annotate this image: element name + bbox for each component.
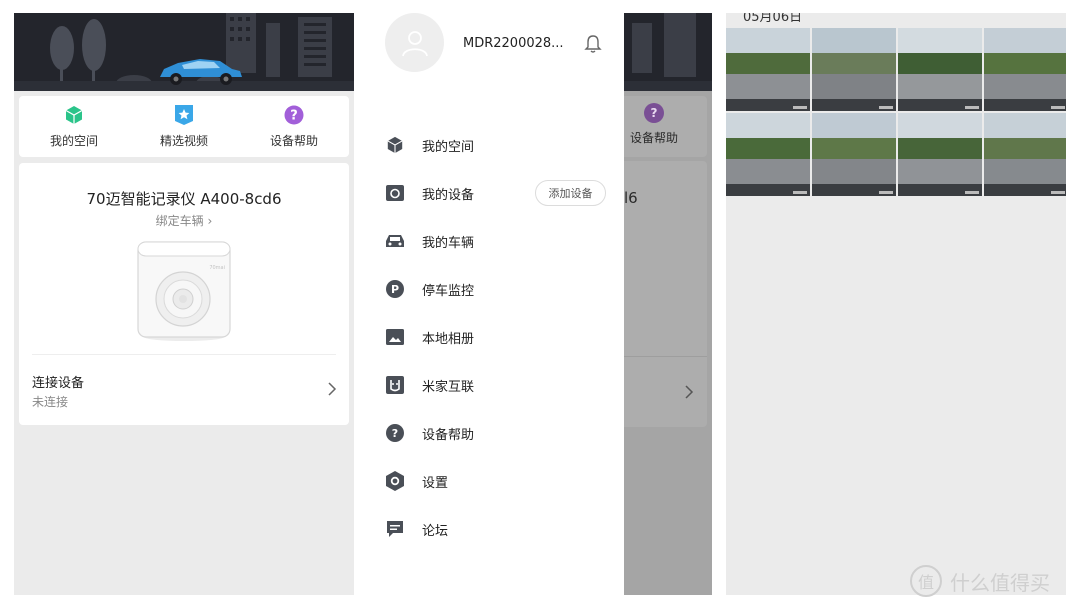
menu-item-my-vehicles[interactable]: 我的车辆 (384, 228, 614, 254)
menu-item-device-help[interactable]: ? 设备帮助 (384, 420, 614, 446)
watermark-logo-icon: 值 (910, 565, 942, 597)
quick-actions-card: 我的空间 精选视频 ? 设备帮助 (19, 96, 349, 157)
mijia-icon (384, 374, 406, 396)
menu-item-label: 我的车辆 (422, 235, 475, 251)
quick-action-featured-videos[interactable]: 精选视频 (129, 96, 239, 157)
drawer-screen: ? 设备帮助 l6 MDR2200028... 我的空间 我的设备 添加设备 我… (354, 13, 712, 595)
car-icon (384, 230, 406, 252)
menu-item-my-space[interactable]: 我的空间 (384, 132, 614, 158)
photo-thumbnail[interactable] (984, 28, 1066, 111)
side-drawer: MDR2200028... 我的空间 我的设备 添加设备 我的车辆 P 停车监控… (354, 13, 624, 595)
svg-text:P: P (391, 283, 399, 296)
menu-item-forum[interactable]: 论坛 (384, 516, 614, 542)
menu-item-parking-monitor[interactable]: P 停车监控 (384, 276, 614, 302)
photo-grid (726, 28, 1066, 196)
parking-icon: P (384, 278, 406, 300)
quick-action-label: 设备帮助 (269, 134, 318, 148)
avatar[interactable] (385, 13, 444, 72)
settings-icon (384, 470, 406, 492)
connection-status: 未连接 (32, 395, 69, 409)
connect-device-label: 连接设备 (32, 376, 85, 391)
menu-item-label: 停车监控 (422, 283, 475, 299)
bell-icon[interactable] (584, 34, 602, 54)
dimmed-help-label: 设备帮助 (630, 131, 679, 145)
forum-icon (384, 518, 406, 540)
photo-thumbnail[interactable] (812, 28, 896, 111)
menu-item-label: 米家互联 (422, 379, 475, 395)
menu-item-label: 设备帮助 (422, 427, 475, 443)
image-icon (384, 326, 406, 348)
chevron-right-icon: › (207, 214, 213, 228)
menu-item-settings[interactable]: 设置 (384, 468, 614, 494)
chevron-right-icon (685, 385, 694, 399)
dashcam-image: 70mai (137, 241, 231, 341)
photo-thumbnail[interactable] (726, 113, 810, 196)
svg-text:?: ? (290, 109, 298, 124)
quick-action-device-help[interactable]: ? 设备帮助 (239, 96, 349, 157)
quick-action-label: 精选视频 (159, 134, 208, 148)
help-icon: ? (283, 104, 305, 126)
watermark: 值 什么值得买 (910, 565, 1050, 597)
dimmed-hero (624, 13, 712, 91)
photo-thumbnail[interactable] (898, 28, 982, 111)
cube-icon (384, 134, 406, 156)
menu-item-mijia[interactable]: 米家互联 (384, 372, 614, 398)
help-icon: ? (644, 103, 664, 123)
home-screen: 我的空间 精选视频 ? 设备帮助 70迈智能记录仪 A400-8cd6 绑定车辆… (14, 13, 354, 595)
bind-vehicle-link[interactable]: 绑定车辆 › (19, 212, 349, 229)
dashcam-icon (384, 182, 406, 204)
star-badge-icon (173, 104, 195, 126)
menu-item-label: 我的设备 (422, 187, 475, 203)
menu-item-label: 设置 (422, 475, 449, 491)
menu-item-label: 我的空间 (422, 139, 475, 155)
dimmed-quick-card (624, 96, 707, 157)
album-screen: 05月06日 (726, 13, 1066, 595)
photo-thumbnail[interactable] (812, 113, 896, 196)
photo-thumbnail[interactable] (984, 113, 1066, 196)
chevron-right-icon[interactable] (327, 381, 337, 397)
quick-action-my-space[interactable]: 我的空间 (19, 96, 129, 157)
svg-text:?: ? (392, 427, 398, 440)
menu-item-local-album[interactable]: 本地相册 (384, 324, 614, 350)
photo-thumbnail[interactable] (898, 113, 982, 196)
album-date-header: 05月06日 (743, 13, 803, 25)
menu-item-label: 本地相册 (422, 331, 475, 347)
hero-banner (14, 13, 354, 91)
watermark-text: 什么值得买 (950, 570, 1050, 595)
bind-vehicle-label: 绑定车辆 (155, 214, 204, 228)
add-device-button[interactable]: 添加设备 (535, 180, 606, 206)
menu-item-label: 论坛 (422, 523, 449, 539)
user-name[interactable]: MDR2200028... (463, 36, 564, 51)
divider (624, 356, 707, 357)
device-title: 70迈智能记录仪 A400-8cd6 (86, 190, 282, 208)
device-card[interactable]: 70迈智能记录仪 A400-8cd6 绑定车辆 › 70mai 连接设备 未连接 (19, 163, 349, 425)
svg-text:70mai: 70mai (209, 265, 225, 271)
photo-thumbnail[interactable] (726, 28, 810, 111)
quick-action-label: 我的空间 (49, 134, 98, 148)
dimmed-title-fragment: l6 (624, 189, 638, 207)
city-car-illustration (14, 13, 354, 91)
user-icon (401, 30, 428, 56)
help-icon: ? (384, 422, 406, 444)
divider (32, 354, 336, 355)
cube-icon (63, 104, 85, 126)
